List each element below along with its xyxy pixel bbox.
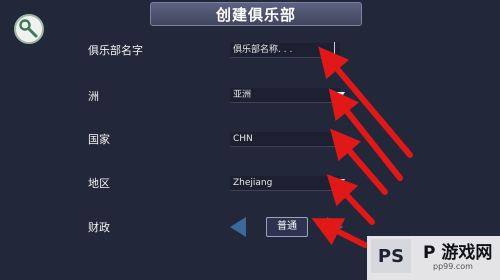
watermark-text: P 游戏网 xyxy=(423,243,493,263)
site-watermark: PS P 游戏网 pp99.com xyxy=(367,236,500,280)
annotation-arrow xyxy=(326,174,375,225)
annotation-arrow xyxy=(311,218,368,248)
watermark-url: pp99.com xyxy=(433,262,473,271)
annotation-arrow xyxy=(328,88,403,181)
watermark-logo: PS xyxy=(371,239,411,273)
